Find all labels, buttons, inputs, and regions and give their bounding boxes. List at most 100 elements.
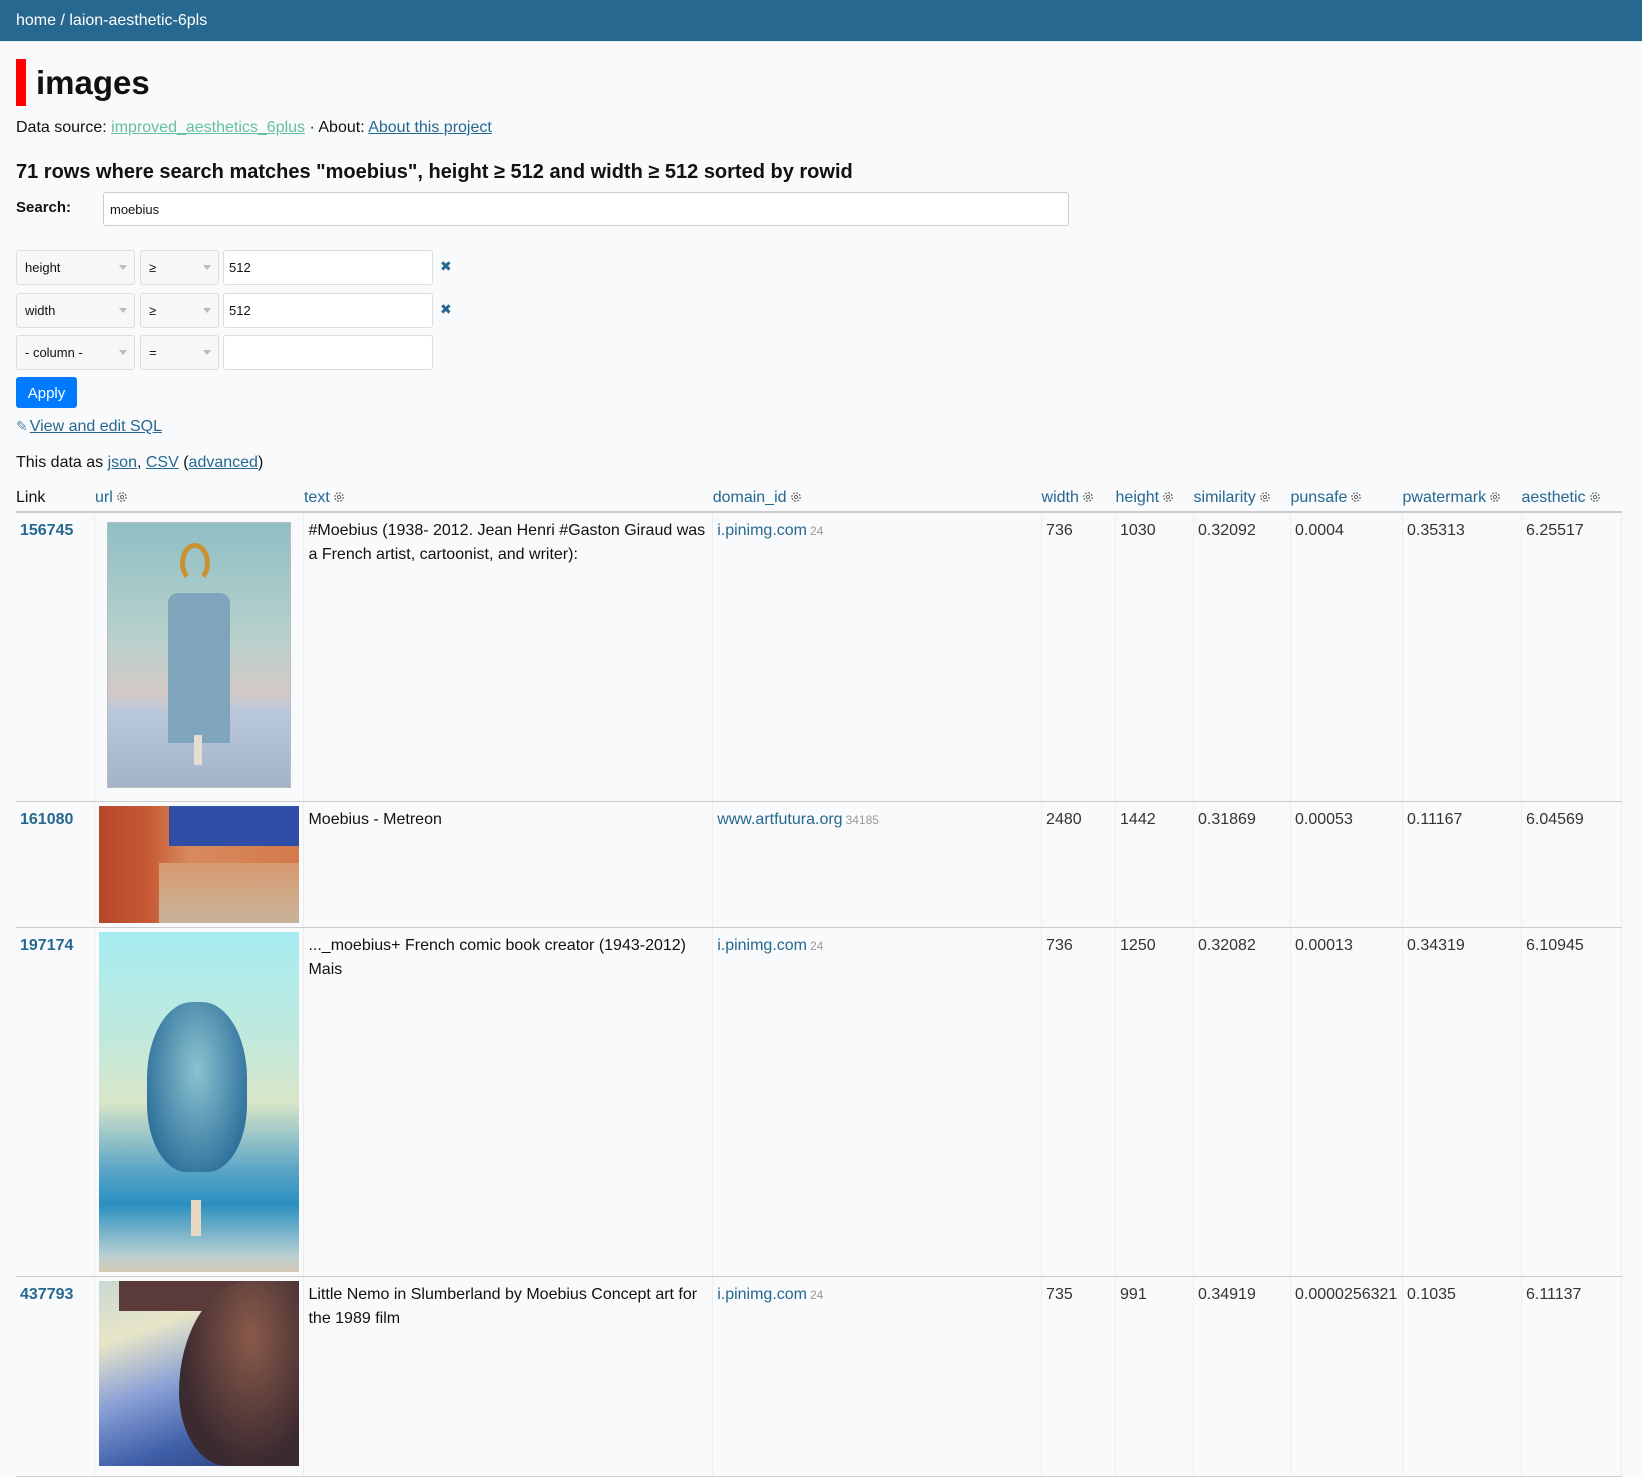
cell-text: ..._moebius+ French comic book creator (… [303,927,714,1277]
domain-link[interactable]: i.pinimg.com [717,522,807,539]
cell-url [94,1276,305,1477]
column-header-label[interactable]: domain_id [713,489,787,506]
column-header-aesthetic[interactable]: aesthetic [1521,488,1622,513]
about-project-link[interactable]: About this project [368,119,492,136]
export-paren-open: ( [178,454,189,471]
column-header-domain-id[interactable]: domain_id [712,488,1042,513]
column-header-label[interactable]: width [1042,489,1079,506]
filter-value-input[interactable] [223,335,433,370]
cell-height: 991 [1115,1276,1195,1477]
chevron-down-icon [203,308,211,313]
title-accent-bar [16,59,26,106]
chevron-down-icon [203,350,211,355]
gear-icon[interactable] [333,491,345,503]
column-header-label[interactable]: pwatermark [1402,489,1486,506]
remove-filter-icon[interactable]: ✖ [440,258,452,275]
row-link[interactable]: 156745 [20,522,73,539]
column-header-label[interactable]: text [304,489,330,506]
image-detail [180,543,211,583]
data-source-link[interactable]: improved_aesthetics_6plus [111,119,305,136]
floating-head-image[interactable] [99,931,300,1272]
filter-column-select[interactable]: width [16,293,135,328]
domain-link[interactable]: i.pinimg.com [717,1286,807,1303]
column-header-label[interactable]: similarity [1194,489,1256,506]
filter-operator-select[interactable]: ≥ [140,250,219,285]
column-header-label[interactable]: punsafe [1291,489,1348,506]
export-advanced-link[interactable]: advanced [189,454,258,471]
row-link[interactable]: 197174 [20,937,73,954]
export-json-link[interactable]: json [108,454,137,471]
top-nav-bar: home / laion-aesthetic-6pls [0,0,1642,42]
moebius-tower-image[interactable] [107,522,292,788]
domain-id: 24 [810,938,824,953]
gear-icon[interactable] [1162,491,1174,503]
gear-icon[interactable] [1259,491,1271,503]
column-header-url[interactable]: url [94,488,304,513]
column-header-width[interactable]: width [1041,488,1116,513]
gear-icon[interactable] [1082,491,1094,503]
filter-value-input[interactable]: 512 [223,293,433,328]
breadcrumb-database[interactable]: laion-aesthetic-6pls [69,12,207,29]
image-detail [191,1199,202,1236]
gear-icon[interactable] [790,491,802,503]
cell-domain: i.pinimg.com 24 [712,1276,1043,1477]
metreon-desert-image[interactable] [99,805,300,923]
chevron-down-icon [203,265,211,270]
cell-similarity: 0.31869 [1193,801,1291,928]
column-header-punsafe[interactable]: punsafe [1290,488,1403,513]
remove-filter-icon[interactable]: ✖ [440,301,452,318]
column-header-label[interactable]: url [95,489,113,506]
table-row: 161080 Moebius - Metreon www.artfutura.o… [16,801,1623,928]
gear-icon[interactable] [116,491,128,503]
filter-operator-select[interactable]: = [140,335,219,370]
cell-punsafe: 0.00013 [1290,927,1403,1277]
pencil-icon: ✎ [16,418,28,434]
cell-text: #Moebius (1938- 2012. Jean Henri #Gaston… [303,512,714,802]
cell-height: 1442 [1115,801,1195,928]
row-link[interactable]: 437793 [20,1286,73,1303]
main-content: images [0,59,1642,123]
cell-url [94,512,305,802]
apply-button[interactable]: Apply [16,377,77,408]
cell-aesthetic: 6.11137 [1521,1276,1623,1477]
gear-icon[interactable] [1350,491,1362,503]
breadcrumb-separator: / [56,12,70,29]
chevron-down-icon [119,265,127,270]
cell-width: 736 [1041,927,1117,1277]
breadcrumb-home[interactable]: home [16,12,56,29]
cell-similarity: 0.34919 [1193,1276,1291,1477]
domain-link[interactable]: i.pinimg.com [717,937,807,954]
row-link[interactable]: 161080 [20,811,73,828]
cell-punsafe: 0.0000256321 [1290,1276,1403,1477]
column-header-label[interactable]: height [1116,489,1160,506]
filter-operator-select[interactable]: ≥ [140,293,219,328]
cell-aesthetic: 6.25517 [1521,512,1623,802]
gear-icon[interactable] [1589,491,1601,503]
cell-link: 156745 [16,512,96,802]
domain-link[interactable]: www.artfutura.org [717,811,842,828]
cell-pwatermark: 0.11167 [1402,801,1522,928]
column-header-pwatermark[interactable]: pwatermark [1402,488,1522,513]
search-input[interactable] [103,192,1069,226]
filter-column-select[interactable]: height [16,250,135,285]
cell-url [94,801,305,928]
filter-value-input[interactable]: 512 [223,250,433,285]
column-header-label[interactable]: aesthetic [1521,489,1585,506]
gear-icon[interactable] [1489,491,1501,503]
column-header-height[interactable]: height [1115,488,1194,513]
filter-column-select[interactable]: - column - [16,335,135,370]
cell-text: Little Nemo in Slumberland by Moebius Co… [303,1276,714,1477]
cell-width: 735 [1041,1276,1117,1477]
export-csv-link[interactable]: CSV [146,454,179,471]
cell-domain: www.artfutura.org 34185 [712,801,1043,928]
cell-pwatermark: 0.34319 [1402,927,1522,1277]
column-header-text[interactable]: text [303,488,713,513]
view-edit-sql-link[interactable]: View and edit SQL [30,418,162,435]
column-header-similarity[interactable]: similarity [1193,488,1291,513]
little-nemo-image[interactable] [99,1280,300,1466]
domain-id: 34185 [845,812,879,827]
cell-link: 161080 [16,801,96,928]
chevron-down-icon [119,308,127,313]
cell-link: 197174 [16,927,96,1277]
results-summary: 71 rows where search matches "moebius", … [16,161,853,183]
